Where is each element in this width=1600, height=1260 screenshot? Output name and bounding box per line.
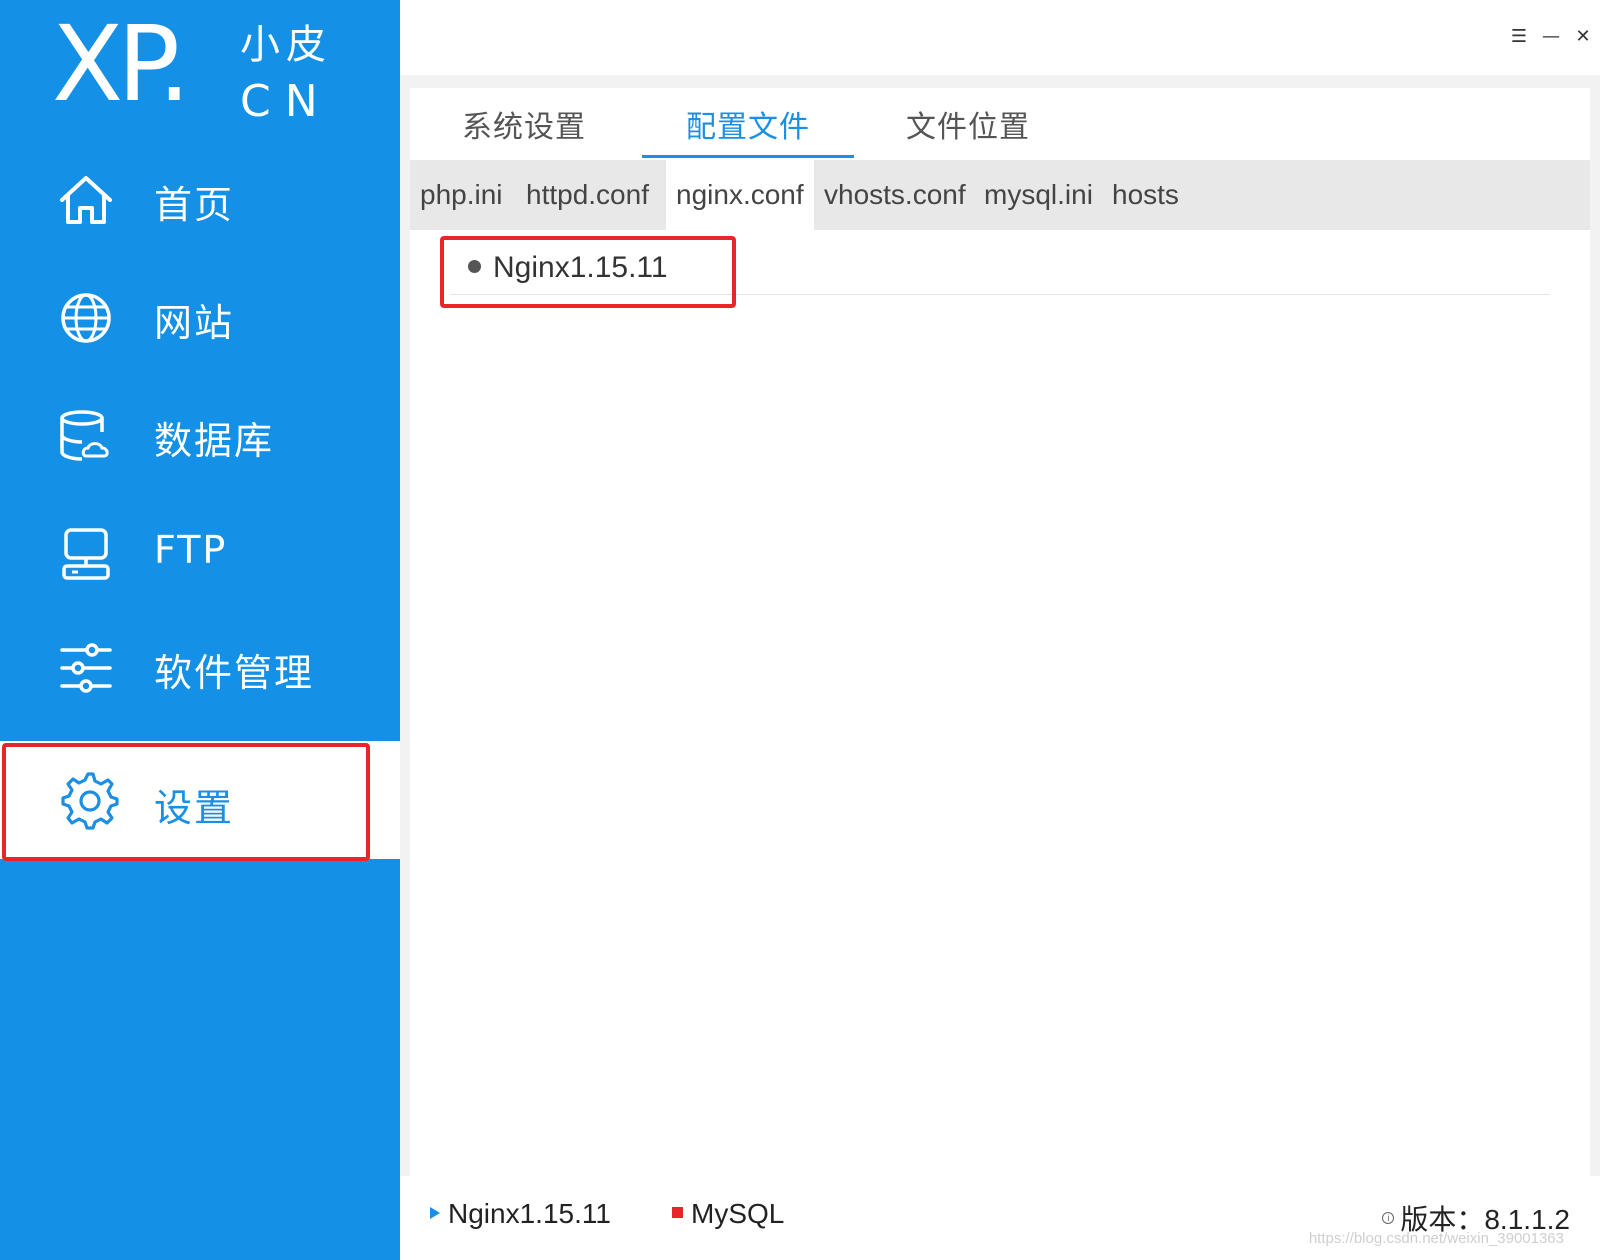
sidebar-item-label: FTP — [154, 528, 228, 572]
ftp-icon — [62, 528, 110, 580]
menu-icon[interactable]: ☰ — [1510, 26, 1528, 47]
tab-system-settings[interactable]: 系统设置 — [454, 102, 594, 158]
sidebar-item-label: 数据库 — [154, 419, 275, 463]
home-icon — [60, 176, 112, 224]
top-tab-bar: 系统设置 配置文件 文件位置 — [410, 88, 1590, 158]
sidebar-item-settings[interactable]: 设置 — [0, 741, 400, 859]
sidebar-item-ftp[interactable]: FTP — [0, 492, 400, 610]
logo-small-text: 小皮 — [240, 22, 332, 68]
tab-php-ini[interactable]: php.ini — [410, 160, 513, 230]
status-bar: Nginx1.15.11 MySQL i 版本：8.1.1.2 — [400, 1176, 1600, 1260]
running-icon — [430, 1206, 440, 1219]
database-icon — [60, 410, 109, 461]
tab-vhosts-conf[interactable]: vhosts.conf — [814, 160, 976, 230]
tab-mysql-ini[interactable]: mysql.ini — [974, 160, 1103, 230]
sidebar-item-software[interactable]: 软件管理 — [0, 606, 400, 724]
config-file-tab-bar: php.ini httpd.conf nginx.conf vhosts.con… — [410, 160, 1590, 230]
app-logo: XP. 小皮 CN — [52, 12, 342, 128]
status-mysql[interactable]: MySQL — [672, 1198, 784, 1230]
watermark: https://blog.csdn.net/weixin_39001363 — [1308, 1230, 1564, 1247]
sidebar-item-label: 网站 — [154, 301, 235, 345]
bullet-icon — [468, 259, 481, 273]
stopped-icon — [672, 1207, 683, 1219]
window-controls: ☰ — ✕ — [1510, 24, 1592, 48]
sidebar-item-website[interactable]: 网站 — [0, 256, 400, 374]
sidebar-item-label: 设置 — [154, 786, 235, 830]
globe-icon — [61, 293, 111, 343]
sliders-icon — [60, 643, 112, 693]
nginx-config-entry[interactable]: Nginx1.15.11 — [468, 244, 668, 292]
divider — [450, 294, 1550, 295]
sidebar-item-label: 首页 — [154, 183, 235, 227]
logo-cn-text: CN — [240, 76, 332, 127]
gear-icon — [61, 772, 119, 830]
sidebar-item-home[interactable]: 首页 — [0, 138, 400, 256]
status-nginx-label: Nginx1.15.11 — [448, 1198, 611, 1229]
logo-main: XP. — [52, 3, 191, 125]
sidebar-item-label: 软件管理 — [154, 651, 315, 695]
close-icon[interactable]: ✕ — [1574, 26, 1592, 47]
tab-nginx-conf[interactable]: nginx.conf — [666, 160, 814, 230]
tab-httpd-conf[interactable]: httpd.conf — [516, 160, 659, 230]
info-icon: i — [1382, 1211, 1395, 1224]
tab-file-location[interactable]: 文件位置 — [898, 102, 1038, 158]
status-nginx[interactable]: Nginx1.15.11 — [430, 1198, 611, 1230]
sidebar: XP. 小皮 CN 首页 网站 数据库 FTP 软件管理 设置 — [0, 0, 400, 1260]
tab-hosts[interactable]: hosts — [1102, 160, 1189, 230]
minimize-icon[interactable]: — — [1542, 26, 1560, 47]
sidebar-item-database[interactable]: 数据库 — [0, 374, 400, 492]
tab-config-files[interactable]: 配置文件 — [642, 102, 854, 158]
nginx-entry-label: Nginx1.15.11 — [493, 251, 668, 284]
status-mysql-label: MySQL — [691, 1198, 785, 1229]
